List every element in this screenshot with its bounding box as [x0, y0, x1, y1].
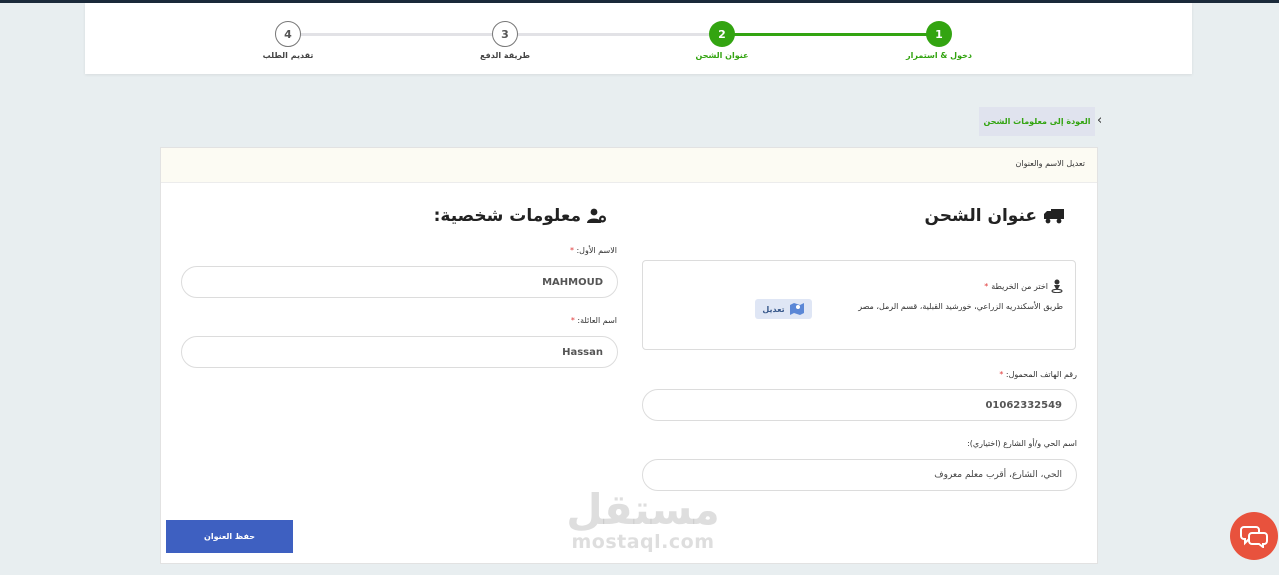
first-name-label: الاسم الأول: *: [569, 246, 617, 255]
user-gear-icon: [587, 208, 606, 223]
personal-title-text: معلومات شخصية:: [433, 206, 581, 226]
checkout-stepper: 1 دخول & استمرار 2 عنوان الشحن 3 طريقة ا…: [85, 3, 1192, 74]
edit-address-card: تعديل الاسم والعنوان عنوان الشحن اختر من…: [160, 147, 1098, 564]
required-mark: *: [984, 281, 989, 291]
map-address-box: اختر من الخريطة * طريق الأسكندريه الزراع…: [642, 260, 1076, 350]
district-input[interactable]: الحي، الشارع، أقرب معلم معروف: [642, 459, 1077, 491]
map-select-label: اختر من الخريطة *: [984, 279, 1063, 293]
edit-map-button[interactable]: تعديل: [755, 299, 812, 319]
save-address-button[interactable]: حفظ العنوان: [166, 520, 293, 553]
selected-address: طريق الأسكندريه الزراعي، خورشيد القبلية،…: [858, 302, 1063, 311]
step-1-label: دخول & استمرار: [906, 51, 972, 60]
district-label: اسم الحي و/أو الشارع (اختياري):: [967, 439, 1077, 448]
card-header: تعديل الاسم والعنوان: [161, 148, 1097, 183]
step-3-label: طريقة الدفع: [480, 51, 530, 60]
truck-icon: [1044, 209, 1064, 224]
card-header-title: تعديل الاسم والعنوان: [1015, 159, 1086, 168]
edit-label: تعديل: [762, 304, 785, 314]
last-name-label: اسم العائلة: *: [570, 316, 617, 325]
stepper-track-complete: [722, 33, 939, 36]
step-3-circle: 3: [492, 21, 518, 47]
back-to-shipping-link[interactable]: العودة إلى معلومات الشحن: [979, 107, 1095, 136]
step-4-label: تقديم الطلب: [262, 51, 314, 60]
map-pin-icon: [1051, 279, 1063, 293]
chevron-left-icon[interactable]: ‹: [1097, 113, 1102, 128]
step-4-circle: 4: [275, 21, 301, 47]
shipping-title-text: عنوان الشحن: [924, 206, 1037, 226]
chat-icon: [1240, 526, 1268, 548]
step-2-label: عنوان الشحن: [695, 51, 749, 60]
last-name-input[interactable]: Hassan: [181, 336, 618, 368]
shipping-section-title: عنوان الشحن: [924, 206, 1065, 226]
phone-input[interactable]: 01062332549: [642, 389, 1077, 421]
phone-label: رقم الهاتف المحمول: *: [999, 370, 1077, 379]
chat-button[interactable]: [1230, 512, 1278, 560]
step-1-circle[interactable]: 1: [926, 21, 952, 47]
personal-section-title: معلومات شخصية:: [434, 206, 607, 226]
map-label-text: اختر من الخريطة: [991, 281, 1048, 291]
first-name-input[interactable]: MAHMOUD: [181, 266, 618, 298]
map-icon: [789, 303, 804, 315]
step-2-circle[interactable]: 2: [709, 21, 735, 47]
